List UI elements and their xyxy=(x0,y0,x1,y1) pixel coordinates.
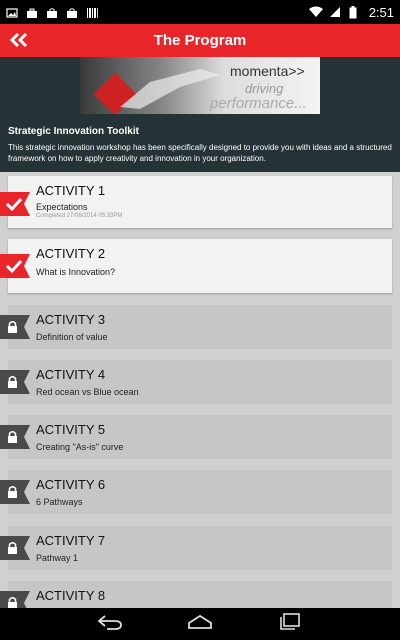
program-title: Strategic Innovation Toolkit xyxy=(8,126,139,137)
banner-brand: momenta>> xyxy=(230,63,305,79)
lock-icon xyxy=(0,480,30,504)
app-bar: The Program xyxy=(0,24,400,57)
barcode-icon xyxy=(86,6,98,18)
signal-icon xyxy=(329,6,341,18)
home-icon xyxy=(187,614,213,635)
activity-list[interactable]: ACTIVITY 1 Expectations Completed 27/06/… xyxy=(0,172,400,608)
recents-icon xyxy=(279,612,301,636)
clock-time: 2:51 xyxy=(368,4,394,20)
lock-icon xyxy=(0,536,30,560)
checkmark-icon xyxy=(0,192,30,216)
activity-card-1[interactable]: ACTIVITY 1 Expectations Completed 27/06/… xyxy=(0,176,392,228)
activity-subtitle: Red ocean vs Blue ocean xyxy=(36,387,139,397)
activity-card-4[interactable]: ACTIVITY 4 Red ocean vs Blue ocean xyxy=(0,360,392,404)
activity-card-7[interactable]: ACTIVITY 7 Pathway 1 xyxy=(0,526,392,570)
activity-card-8[interactable]: ACTIVITY 8 xyxy=(0,581,392,608)
image-icon xyxy=(6,6,18,18)
system-icons: 2:51 xyxy=(308,4,394,20)
lock-icon xyxy=(0,591,30,608)
activity-card-5[interactable]: ACTIVITY 5 Creating "As-is" curve xyxy=(0,415,392,459)
activity-title: ACTIVITY 6 xyxy=(36,477,106,492)
nav-recents-button[interactable] xyxy=(275,612,305,636)
nav-back-button[interactable] xyxy=(95,612,125,636)
shopping-bag-icon xyxy=(66,6,78,18)
battery-icon xyxy=(349,6,361,19)
status-bar: 2:51 xyxy=(0,0,400,24)
briefcase-icon xyxy=(26,6,38,18)
activity-title: ACTIVITY 4 xyxy=(36,367,106,382)
activity-title: ACTIVITY 3 xyxy=(36,312,106,327)
activity-subtitle: What is Innovation? xyxy=(36,267,116,277)
shopping-bag-icon xyxy=(46,6,58,18)
back-icon xyxy=(97,614,123,635)
activity-subtitle: Expectations xyxy=(36,202,88,212)
program-header: momenta>> driving performance... Strateg… xyxy=(0,57,400,172)
program-description: This strategic innovation workshop has b… xyxy=(8,143,392,163)
notification-icons xyxy=(6,6,98,18)
banner-tagline-2: performance... xyxy=(210,95,307,112)
lock-icon xyxy=(0,370,30,394)
lock-icon xyxy=(0,315,30,339)
program-banner-image: momenta>> driving performance... xyxy=(80,57,320,114)
activity-completed-date: Completed 27/06/2014 05:33PM xyxy=(36,213,123,219)
lock-icon xyxy=(0,425,30,449)
activity-subtitle: Creating "As-is" curve xyxy=(36,442,124,452)
activity-title: ACTIVITY 1 xyxy=(36,183,106,198)
back-button[interactable] xyxy=(4,24,34,57)
activity-card-2[interactable]: ACTIVITY 2 What is Innovation? xyxy=(0,239,392,293)
activity-title: ACTIVITY 2 xyxy=(36,246,106,261)
activity-card-6[interactable]: ACTIVITY 6 6 Pathways xyxy=(0,470,392,514)
checkmark-icon xyxy=(0,254,30,278)
page-title: The Program xyxy=(153,32,247,49)
activity-title: ACTIVITY 7 xyxy=(36,533,106,548)
system-nav-bar xyxy=(0,608,400,640)
activity-title: ACTIVITY 8 xyxy=(36,588,106,603)
banner-tagline-1: driving xyxy=(245,81,284,96)
activity-subtitle: Pathway 1 xyxy=(36,553,79,563)
nav-home-button[interactable] xyxy=(185,612,215,636)
wifi-icon xyxy=(308,6,323,18)
activity-title: ACTIVITY 5 xyxy=(36,422,106,437)
activity-card-3[interactable]: ACTIVITY 3 Definition of value xyxy=(0,305,392,349)
activity-subtitle: 6 Pathways xyxy=(36,497,83,507)
activity-subtitle: Definition of value xyxy=(36,332,108,342)
double-chevron-left-icon xyxy=(9,28,29,54)
